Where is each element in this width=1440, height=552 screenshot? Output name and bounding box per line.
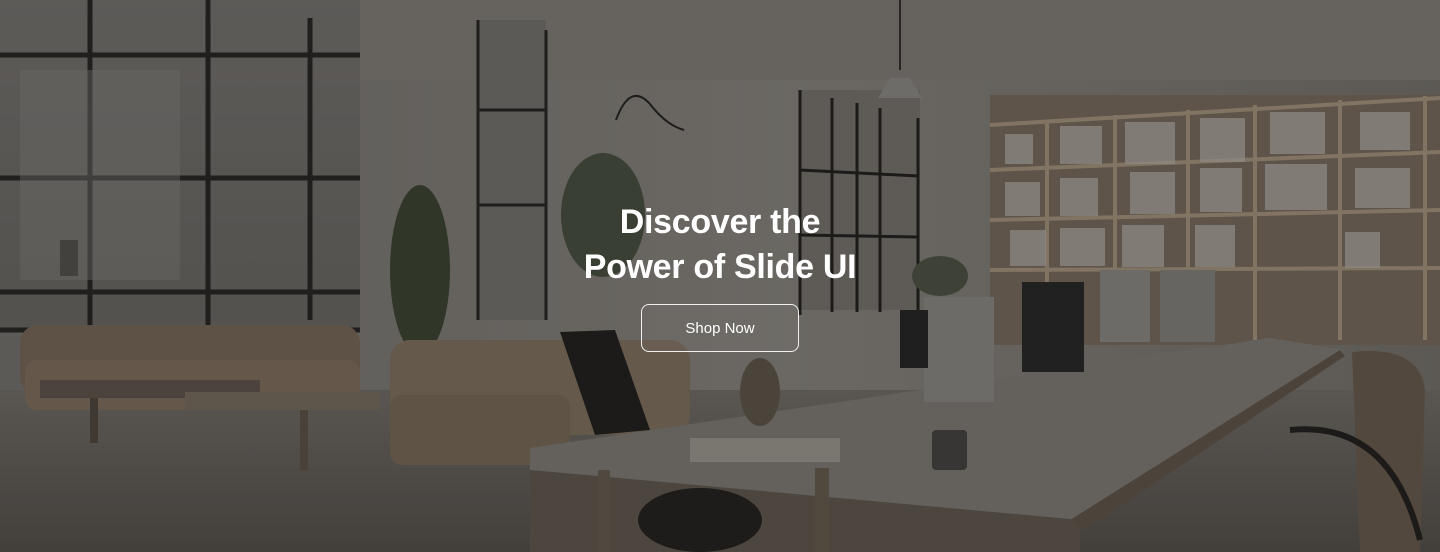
hero-headline-line-2: Power of Slide UI: [583, 248, 857, 286]
hero-headline-line-1: Discover the: [619, 203, 821, 241]
shop-now-button[interactable]: Shop Now: [641, 304, 799, 352]
hero-headline: Discover the Power of Slide UI: [520, 200, 920, 290]
hero-banner: Discover the Power of Slide UI Shop Now: [0, 0, 1440, 552]
hero-content: Discover the Power of Slide UI Shop Now: [0, 0, 1440, 552]
